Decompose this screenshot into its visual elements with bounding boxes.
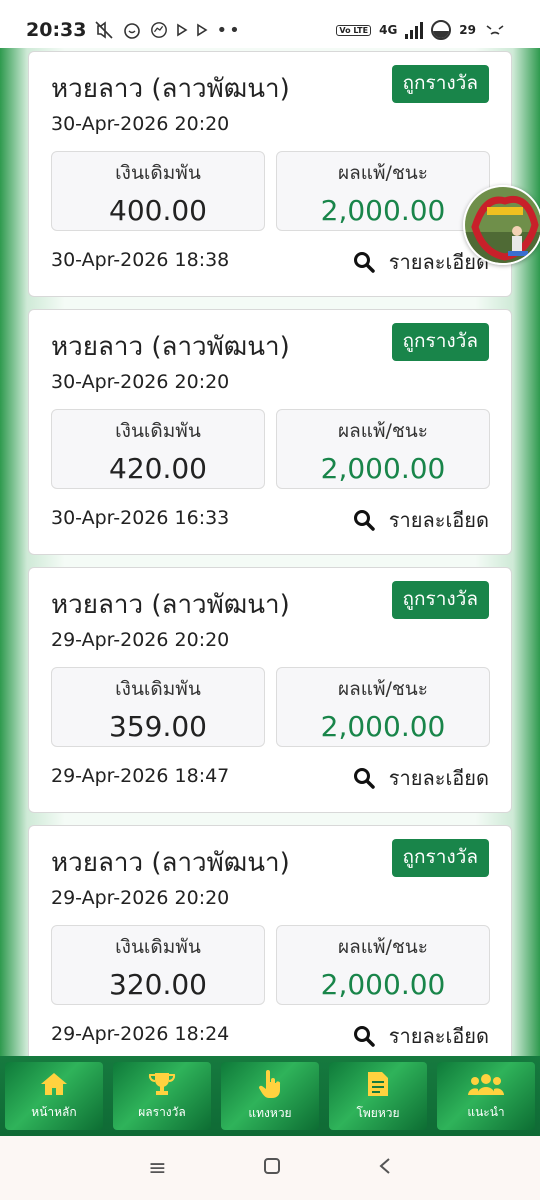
search-icon	[353, 1026, 375, 1047]
result-value: 2,000.00	[320, 968, 446, 1001]
nav-label: โพยหวย	[356, 1105, 400, 1120]
status-badge: ถูกรางวัล	[391, 323, 489, 361]
stake-value: 320.00	[109, 968, 207, 1001]
lottery-title: หวยลาว (ลาวพัฒนา)	[51, 332, 290, 362]
battery-level: 29	[459, 23, 476, 37]
status-badge: ถูกรางวัล	[391, 581, 489, 619]
nav-referral[interactable]: แนะนำ	[437, 1062, 535, 1130]
battery-icon	[431, 20, 452, 40]
detail-link[interactable]: รายละเอียด	[353, 504, 489, 536]
stake-value: 400.00	[109, 194, 207, 227]
mute-icon	[94, 20, 114, 40]
detail-label: รายละเอียด	[388, 766, 489, 790]
home-square-icon[interactable]	[263, 1156, 281, 1181]
bet-time: 30-Apr-2026 18:38	[51, 249, 230, 271]
stake-value: 420.00	[109, 452, 207, 485]
bet-card: หวยลาว (ลาวพัฒนา) ถูกรางวัล 30-Apr-2026 …	[28, 51, 512, 297]
play-icon	[176, 23, 188, 37]
menu-icon[interactable]: ≡	[148, 1156, 166, 1181]
play-icon	[196, 23, 208, 37]
stake-value: 359.00	[109, 710, 207, 743]
bottom-nav: หน้าหลัก ผลรางวัล แทงหวย โพยหวย แนะนำ	[0, 1056, 540, 1136]
stake-box: เงินเดิมพัน 320.00	[51, 925, 265, 1005]
result-box: ผลแพ้/ชนะ 2,000.00	[276, 151, 490, 231]
stake-box: เงินเดิมพัน 359.00	[51, 667, 265, 747]
status-badge: ถูกรางวัล	[391, 839, 489, 877]
nav-label: แทงหวย	[248, 1105, 292, 1120]
stake-box: เงินเดิมพัน 420.00	[51, 409, 265, 489]
result-value: 2,000.00	[320, 710, 446, 743]
detail-label: รายละเอียด	[388, 1024, 489, 1048]
draw-date: 29-Apr-2026 20:20	[51, 629, 230, 651]
result-box: ผลแพ้/ชนะ 2,000.00	[276, 409, 490, 489]
nav-bet[interactable]: แทงหวย	[221, 1062, 319, 1130]
nav-tickets[interactable]: โพยหวย	[329, 1062, 427, 1130]
stake-label: เงินเดิมพัน	[115, 420, 201, 442]
result-value: 2,000.00	[320, 194, 446, 227]
detail-label: รายละเอียด	[388, 508, 489, 532]
stake-label: เงินเดิมพัน	[115, 678, 201, 700]
bet-time: 29-Apr-2026 18:24	[51, 1023, 230, 1045]
users-icon	[468, 1073, 504, 1095]
detail-link[interactable]: รายละเอียด	[353, 246, 489, 278]
lottery-title: หวยลาว (ลาวพัฒนา)	[51, 74, 290, 104]
face-icon	[484, 22, 506, 38]
draw-date: 29-Apr-2026 20:20	[51, 887, 230, 909]
status-time: 20:33	[26, 19, 87, 41]
volte-icon: Vo LTE	[336, 24, 372, 36]
result-value: 2,000.00	[320, 452, 446, 485]
bet-card: หวยลาว (ลาวพัฒนา) ถูกรางวัล 29-Apr-2026 …	[28, 825, 512, 1071]
search-icon	[353, 510, 375, 531]
search-icon	[353, 768, 375, 789]
nav-results[interactable]: ผลรางวัล	[113, 1062, 211, 1130]
alarm-icon	[122, 20, 142, 40]
stake-box: เงินเดิมพัน 400.00	[51, 151, 265, 231]
system-navigation-bar: ≡	[0, 1136, 540, 1200]
floating-avatar[interactable]	[463, 185, 540, 265]
status-badge: ถูกรางวัล	[391, 65, 489, 103]
nav-home[interactable]: หน้าหลัก	[5, 1062, 103, 1130]
lottery-title: หวยลาว (ลาวพัฒนา)	[51, 590, 290, 620]
search-icon	[353, 252, 375, 273]
bet-card: หวยลาว (ลาวพัฒนา) ถูกรางวัล 30-Apr-2026 …	[28, 309, 512, 555]
nav-label: หน้าหลัก	[31, 1104, 77, 1119]
nav-label: แนะนำ	[467, 1104, 505, 1119]
result-label: ผลแพ้/ชนะ	[337, 936, 429, 958]
stake-label: เงินเดิมพัน	[115, 162, 201, 184]
result-box: ผลแพ้/ชนะ 2,000.00	[276, 667, 490, 747]
result-label: ผลแพ้/ชนะ	[337, 162, 429, 184]
trophy-icon	[148, 1072, 176, 1095]
home-icon	[41, 1072, 67, 1095]
result-box: ผลแพ้/ชนะ 2,000.00	[276, 925, 490, 1005]
draw-date: 30-Apr-2026 20:20	[51, 113, 230, 135]
back-icon[interactable]	[378, 1156, 392, 1181]
signal-icon	[405, 21, 424, 39]
stake-label: เงินเดิมพัน	[115, 936, 201, 958]
document-icon	[368, 1071, 388, 1096]
lottery-title: หวยลาว (ลาวพัฒนา)	[51, 848, 290, 878]
more-dots-icon: ••	[216, 19, 242, 41]
detail-link[interactable]: รายละเอียด	[353, 762, 489, 794]
result-label: ผลแพ้/ชนะ	[337, 420, 429, 442]
network-type: 4G	[379, 23, 398, 37]
nav-label: ผลรางวัล	[138, 1104, 186, 1119]
messenger-icon	[150, 21, 168, 39]
detail-link[interactable]: รายละเอียด	[353, 1020, 489, 1052]
bet-card: หวยลาว (ลาวพัฒนา) ถูกรางวัล 29-Apr-2026 …	[28, 567, 512, 813]
draw-date: 30-Apr-2026 20:20	[51, 371, 230, 393]
result-label: ผลแพ้/ชนะ	[337, 678, 429, 700]
pointer-hand-icon	[258, 1069, 281, 1098]
bet-time: 29-Apr-2026 18:47	[51, 765, 230, 787]
bet-time: 30-Apr-2026 16:33	[51, 507, 230, 529]
